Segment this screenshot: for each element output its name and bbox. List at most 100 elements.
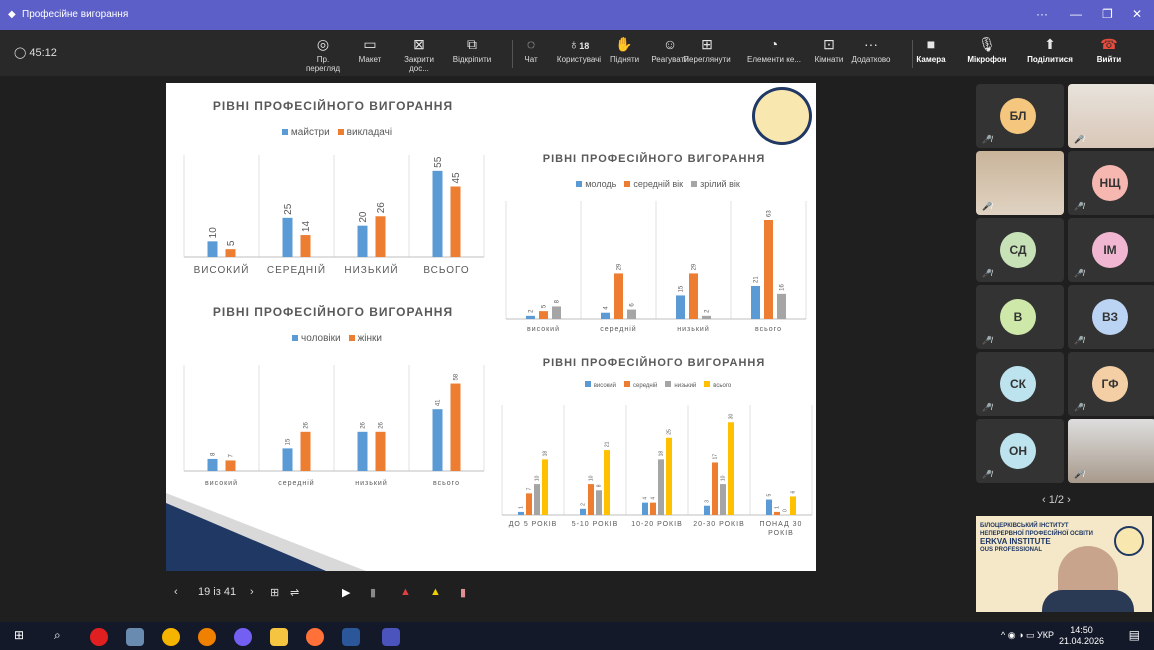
more-icon[interactable]: ··· (1036, 7, 1048, 21)
data-label: 7 (229, 453, 235, 457)
share-button[interactable]: ⬆ Поділитися (1026, 36, 1074, 64)
bar (207, 458, 218, 471)
data-label: 25 (283, 203, 294, 215)
next-slide-icon[interactable]: › (250, 586, 254, 598)
viber-icon[interactable] (234, 628, 252, 646)
participant-tile[interactable]: СД 🎤̸ (976, 218, 1064, 282)
data-label: 63 (767, 210, 773, 217)
notifications-icon[interactable]: ▤ (1129, 628, 1140, 642)
settings-sliders-icon[interactable]: ⇌ (290, 586, 299, 599)
teams-icon[interactable] (382, 628, 400, 646)
toolbar-button-3[interactable]: ⧉ Відкріпити (452, 36, 492, 64)
grid-view-icon[interactable]: ⊞ (270, 586, 279, 599)
avatar: В (1000, 299, 1036, 335)
laser-icon[interactable]: ▮ (370, 586, 376, 599)
opera-icon[interactable] (90, 628, 108, 646)
participant-tile[interactable]: 🎤̸ (1068, 419, 1154, 483)
participant-tile[interactable]: БЛ 🎤̸ (976, 84, 1064, 148)
unpin-icon: ⧉ (467, 36, 477, 52)
bar (526, 315, 535, 319)
toolbar-label: Підняти (610, 55, 640, 64)
search-icon[interactable]: ⌕ (54, 628, 72, 646)
data-label: 26 (376, 202, 387, 214)
bar (300, 431, 311, 471)
toolbar-button-10[interactable]: ⊡ Кімнати (814, 36, 844, 64)
clock[interactable]: 14:50 21.04.2026 (1059, 625, 1104, 647)
toolbar-button-5[interactable]: ♁18 Користувачі (556, 36, 602, 64)
bar (375, 431, 386, 471)
prev-slide-icon[interactable]: ‹ (174, 586, 178, 598)
data-label: 25 (667, 429, 673, 435)
chrome-icon[interactable] (162, 628, 180, 646)
chart-gender: РІВНІ ПРОФЕСІЙНОГО ВИГОРАННЯ чоловіки жінк… (172, 297, 494, 493)
bar (702, 315, 711, 319)
banner-line-1: БІЛОЦЕРКІВСЬКИЙ ІНСТИТУТ (980, 523, 1069, 529)
pen-icon[interactable]: ▲ (400, 586, 411, 598)
highlighter-icon[interactable]: ▲ (430, 586, 441, 598)
minimize-button[interactable]: — (1070, 7, 1082, 21)
data-label: 17 (713, 454, 719, 460)
leave-button[interactable]: ☎ Вийти (1094, 36, 1124, 64)
language-indicator[interactable]: УКР (1037, 630, 1054, 640)
next-page-icon[interactable]: › (1067, 494, 1071, 506)
toolbar-button-9[interactable]: ◔ Елементи ке... (746, 36, 802, 64)
participant-tile[interactable]: СК 🎤̸ (976, 352, 1064, 416)
participant-tile[interactable]: 🎤̸ (976, 151, 1064, 215)
muted-mic-icon: 🎤̸ (982, 336, 992, 345)
bar (357, 225, 368, 257)
bar (282, 217, 293, 257)
toolbar-button-2[interactable]: ⊠ Закрити дос... (394, 36, 444, 73)
app-sun-icon[interactable] (198, 628, 216, 646)
bar (604, 450, 610, 515)
muted-mic-icon: 🎤̸ (982, 269, 992, 278)
presenter-video[interactable]: БІЛОЦЕРКІВСЬКИЙ ІНСТИТУТ НЕПЕРЕРВНОЇ ПРО… (976, 516, 1152, 612)
chart-plot: 10 5 ВИСОКИЙ 25 14 СЕРЕДНІЙ 20 26 НИЗЬКИЙ 55 45 ВСЬ… (183, 155, 485, 276)
participant-tile[interactable]: ГФ 🎤̸ (1068, 352, 1154, 416)
bar (614, 273, 623, 319)
participant-tile[interactable]: НЩ 🎤̸ (1068, 151, 1154, 215)
close-button[interactable]: ✕ (1132, 7, 1142, 21)
toolbar-button-11[interactable]: ··· Додатково (850, 36, 892, 64)
data-label: 2 (529, 309, 535, 313)
participant-tile[interactable]: ОН 🎤̸ (976, 419, 1064, 483)
avatar: СД (1000, 232, 1036, 268)
toolbar-button-1[interactable]: ▭ Макет (356, 36, 384, 64)
toolbar-button-8[interactable]: ⊞ Переглянути (682, 36, 732, 64)
start-icon[interactable]: ⊞ (14, 628, 32, 646)
data-label: 16 (780, 284, 786, 291)
toolbar-label: Пр. перегляд (305, 55, 341, 73)
bar (282, 448, 293, 471)
toolbar-button-6[interactable]: ✋ Підняти (610, 36, 640, 64)
participants-pager[interactable]: ‹ 1/2 › (1042, 494, 1071, 506)
data-label: 1 (519, 506, 525, 509)
toolbar-button-4[interactable]: ◌ Чат (522, 36, 540, 64)
restore-button[interactable]: ❐ (1102, 7, 1113, 21)
word-icon[interactable] (342, 628, 360, 646)
pointer-icon[interactable]: ▶ (342, 586, 350, 599)
data-label: 3 (705, 500, 711, 503)
system-tray[interactable]: ^ ◉ ◑ ▭ УКР (1001, 630, 1054, 641)
participant-tile[interactable]: 🎤̸ (1068, 84, 1154, 148)
participant-tile[interactable]: ВЗ 🎤̸ (1068, 285, 1154, 349)
category-label: ВИСОКИЙ (194, 263, 250, 276)
toolbar-label: Закрити дос... (404, 55, 434, 73)
app-icon[interactable] (126, 628, 144, 646)
bar (689, 273, 698, 319)
data-label: 10 (589, 475, 595, 481)
data-label: 4 (651, 497, 657, 500)
file-explorer-icon[interactable] (270, 628, 288, 646)
firefox-icon[interactable] (306, 628, 324, 646)
slide-counter: 19 із 41 (198, 586, 237, 598)
participant-tile[interactable]: ІМ 🎤̸ (1068, 218, 1154, 282)
eraser-icon[interactable]: ▮ (460, 586, 466, 599)
avatar: ГФ (1092, 366, 1128, 402)
data-label: 6 (630, 303, 636, 307)
camera-button[interactable]: ■ Камера (912, 36, 950, 64)
toolbar-button-0[interactable]: ◎ Пр. перегляд (300, 36, 346, 73)
data-label: 41 (436, 399, 442, 406)
pager-text: 1/2 (1048, 494, 1065, 506)
prev-page-icon[interactable]: ‹ (1042, 494, 1046, 506)
participant-tile[interactable]: В 🎤̸ (976, 285, 1064, 349)
mic-button[interactable]: 🎙 Мікрофон (964, 36, 1010, 64)
avatar: НЩ (1092, 165, 1128, 201)
